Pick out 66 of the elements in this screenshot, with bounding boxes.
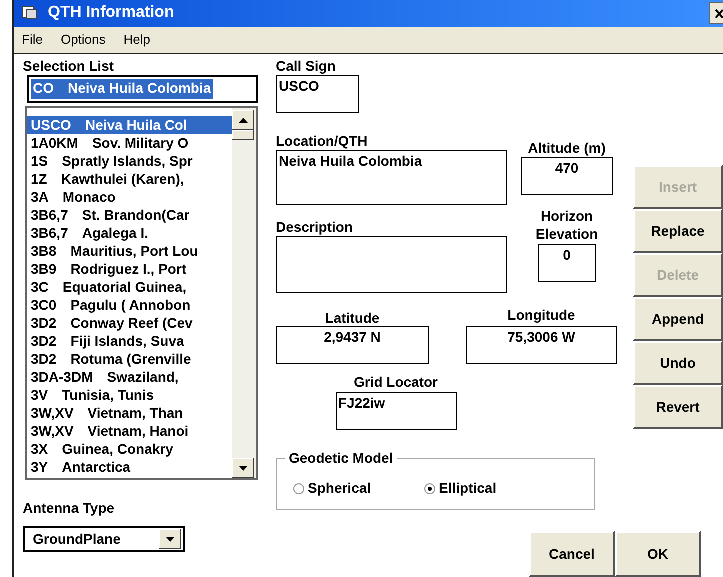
field-label: Location/QTH bbox=[276, 133, 369, 149]
input-field[interactable]: 470 bbox=[521, 157, 613, 195]
list-item[interactable]: 3D2 Rotuma (Grenville bbox=[27, 350, 232, 368]
list-item[interactable]: 3A Monaco bbox=[27, 188, 232, 206]
menu-item[interactable]: File bbox=[22, 30, 43, 50]
dialog-button[interactable]: Cancel bbox=[529, 531, 615, 577]
scroll-up-button[interactable] bbox=[232, 110, 254, 130]
input-field[interactable] bbox=[276, 236, 507, 293]
list-item[interactable]: 1Z Kawthulei (Karen), bbox=[27, 170, 232, 188]
list-item[interactable]: 3Y Antarctica bbox=[27, 458, 232, 476]
dialog-button[interactable]: Replace bbox=[633, 209, 723, 253]
list-item[interactable]: 3B9 Rodriguez I., Port bbox=[27, 260, 232, 278]
list-item[interactable]: 3V Tunisia, Tunis bbox=[27, 386, 232, 404]
list-item[interactable]: 3X Guinea, Conakry bbox=[27, 440, 232, 458]
menu-item[interactable]: Help bbox=[124, 30, 151, 50]
list-item[interactable]: 3W,XV Vietnam, Hanoi bbox=[27, 422, 232, 440]
field-label: Latitude bbox=[325, 310, 380, 326]
selection-field[interactable]: CO Neiva Huila Colombia bbox=[27, 75, 258, 103]
field-label: Call Sign bbox=[276, 58, 337, 74]
list-item[interactable]: 1S Spratly Islands, Spr bbox=[27, 152, 232, 170]
radio-option[interactable]: Spherical bbox=[293, 478, 372, 499]
dialog-button[interactable]: Append bbox=[633, 297, 723, 341]
scrollbar[interactable] bbox=[232, 108, 256, 478]
list-item[interactable]: 1A0KM Sov. Military O bbox=[27, 134, 232, 152]
dialog-button[interactable]: Undo bbox=[633, 341, 723, 385]
list-item[interactable]: 3D2 Fiji Islands, Suva bbox=[27, 332, 232, 350]
list-item[interactable]: 3C0 Pagulu ( Annobon bbox=[27, 296, 232, 314]
down-arrow-icon bbox=[238, 466, 248, 470]
radio-option[interactable]: Elliptical bbox=[424, 478, 497, 499]
list-item[interactable]: 3B6,7 Agalega I. bbox=[27, 224, 232, 242]
close-icon bbox=[715, 8, 723, 18]
list-item[interactable]: 3B6,7 St. Brandon(Car bbox=[27, 206, 232, 224]
down-arrow-icon bbox=[166, 536, 174, 542]
window-icon bbox=[22, 6, 38, 20]
field-label: Altitude (m) bbox=[528, 140, 606, 156]
field-label: Antenna Type bbox=[23, 500, 116, 516]
scroll-thumb[interactable] bbox=[232, 130, 254, 140]
field-label: Grid Locator bbox=[354, 374, 438, 390]
field-label: Horizon Elevation bbox=[536, 207, 598, 243]
field-label: Longitude bbox=[508, 307, 576, 323]
field-label: Geodetic Model bbox=[285, 450, 398, 466]
list-item[interactable]: USCO Neiva Huila Col bbox=[27, 116, 232, 134]
list-item[interactable]: 3W,XV Vietnam, Than bbox=[27, 404, 232, 422]
selected-text: CO Neiva Huila Colombia bbox=[31, 79, 214, 99]
list-item[interactable]: 3D2 Conway Reef (Cev bbox=[27, 314, 232, 332]
dialog-button[interactable]: Revert bbox=[633, 385, 723, 429]
list-item[interactable]: 3B8 Mauritius, Port Lou bbox=[27, 242, 232, 260]
up-arrow-icon bbox=[238, 118, 248, 122]
input-field[interactable]: Neiva Huila Colombia bbox=[276, 150, 507, 205]
list-item[interactable]: 3C Equatorial Guinea, bbox=[27, 278, 232, 296]
window-title: QTH Information bbox=[48, 3, 174, 24]
input-field[interactable]: FJ22iw bbox=[336, 392, 456, 430]
input-field[interactable]: 75,3006 W bbox=[466, 326, 617, 364]
menu-item[interactable]: Options bbox=[60, 30, 106, 50]
close-button[interactable] bbox=[709, 2, 723, 24]
input-field[interactable]: 0 bbox=[538, 244, 596, 282]
radio-button[interactable] bbox=[293, 482, 305, 494]
field-label: Description bbox=[276, 219, 354, 235]
input-field[interactable]: USCO bbox=[276, 75, 359, 113]
input-field[interactable]: 2,9437 N bbox=[276, 326, 429, 364]
list-item[interactable]: 3DA-3DM Swaziland, bbox=[27, 368, 232, 386]
scroll-down-button[interactable] bbox=[232, 458, 254, 478]
dialog-button[interactable]: OK bbox=[615, 531, 701, 577]
radio-button[interactable] bbox=[424, 482, 436, 494]
field-label: Selection List bbox=[23, 58, 116, 74]
antenna-dropdown[interactable]: GroundPlane bbox=[23, 526, 185, 552]
